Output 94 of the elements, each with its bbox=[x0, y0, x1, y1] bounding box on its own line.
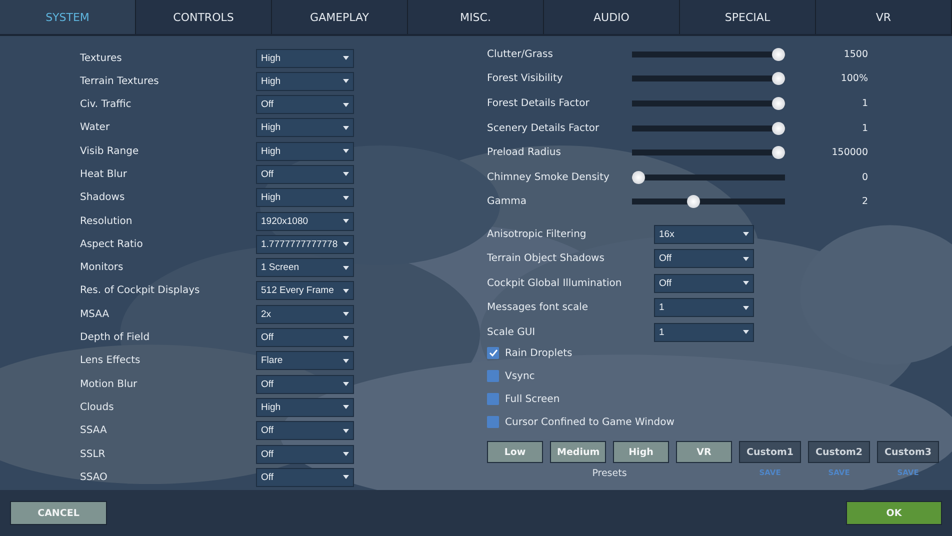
dropdown[interactable]: 1 bbox=[654, 298, 754, 318]
caret-icon bbox=[743, 306, 749, 310]
dropdown[interactable]: Off bbox=[256, 95, 354, 114]
custom-preset-button[interactable]: Custom3 bbox=[877, 441, 939, 464]
setting-label: Water bbox=[80, 122, 111, 134]
setting-label: Heat Blur bbox=[80, 168, 128, 180]
caret-icon bbox=[743, 256, 749, 261]
setting-label: Scale GUI bbox=[487, 326, 536, 338]
slider-value: 2 bbox=[860, 196, 868, 208]
setting-label: Depth of Field bbox=[80, 332, 151, 344]
dropdown[interactable]: Off bbox=[256, 164, 354, 184]
dropdown[interactable]: 1 Screen bbox=[256, 258, 354, 278]
caret-icon bbox=[343, 475, 349, 480]
setting-label: MSAA bbox=[80, 308, 110, 320]
dropdown[interactable]: Off bbox=[256, 468, 354, 487]
setting-label: Visib Range bbox=[80, 146, 140, 157]
caret-icon bbox=[343, 79, 349, 84]
slider-value: 100% bbox=[840, 73, 868, 84]
custom-preset-button[interactable]: Custom1 bbox=[739, 441, 801, 464]
caret-icon bbox=[343, 172, 349, 176]
setting-label: Terrain Object Shadows bbox=[487, 253, 606, 264]
presets-caption: Presets bbox=[592, 468, 627, 480]
slider-label: Clutter/Grass bbox=[487, 48, 554, 60]
tab[interactable]: SYSTEM bbox=[0, 0, 136, 34]
dropdown[interactable]: Flare bbox=[256, 351, 354, 370]
dropdown[interactable]: High bbox=[256, 118, 354, 138]
dropdown[interactable]: 1 bbox=[654, 322, 754, 342]
setting-label: SSAO bbox=[80, 472, 108, 483]
setting-label: Lens Effects bbox=[80, 355, 142, 366]
dropdown[interactable]: Off bbox=[256, 444, 354, 464]
dropdown[interactable]: Off bbox=[654, 274, 754, 293]
setting-label: SSLR bbox=[80, 448, 106, 460]
dropdown[interactable]: High bbox=[256, 72, 354, 91]
dropdown[interactable]: High bbox=[256, 398, 354, 417]
slider-label: Scenery Details Factor bbox=[487, 122, 600, 134]
setting-label: Resolution bbox=[80, 216, 134, 227]
checkbox[interactable] bbox=[487, 393, 499, 406]
setting-label: Motion Blur bbox=[80, 378, 138, 390]
custom-preset-button[interactable]: Custom2 bbox=[808, 441, 870, 464]
setting-label: Anisotropic Filtering bbox=[487, 228, 588, 240]
slider-value: 150000 bbox=[830, 147, 868, 158]
dropdown[interactable]: 16x bbox=[654, 224, 754, 244]
setting-label: Clouds bbox=[80, 402, 115, 413]
setting-label: Textures bbox=[80, 52, 123, 64]
dropdown[interactable]: Off bbox=[654, 249, 754, 268]
dropdown[interactable]: 1920x1080 bbox=[256, 212, 354, 231]
dropdown[interactable]: Off bbox=[256, 374, 354, 394]
slider-label: Chimney Smoke Density bbox=[487, 172, 610, 183]
checkbox-label: Vsync bbox=[505, 370, 535, 382]
caret-icon bbox=[343, 102, 349, 107]
caret-icon bbox=[743, 330, 749, 334]
dropdown[interactable]: Off bbox=[256, 421, 354, 440]
caret-icon bbox=[343, 336, 349, 340]
checkbox-label: Full Screen bbox=[505, 394, 560, 405]
caret-icon bbox=[343, 452, 349, 456]
checkbox[interactable] bbox=[487, 370, 499, 382]
checkbox[interactable] bbox=[487, 416, 499, 428]
slider-label: Forest Details Factor bbox=[487, 98, 590, 109]
setting-label: Shadows bbox=[80, 192, 126, 204]
slider-value: 1 bbox=[860, 122, 868, 134]
setting-label: Aspect Ratio bbox=[80, 238, 144, 250]
caret-icon bbox=[743, 281, 749, 286]
caret-icon bbox=[343, 428, 349, 433]
checkbox-label: Cursor Confined to Game Window bbox=[505, 416, 674, 428]
setting-label: Res. of Cockpit Displays bbox=[80, 285, 201, 296]
setting-label: Cockpit Global Illumination bbox=[487, 278, 623, 289]
checkbox-label: Rain Droplets bbox=[505, 348, 572, 359]
setting-label: Messages font scale bbox=[487, 302, 590, 314]
slider-label: Preload Radius bbox=[487, 147, 562, 158]
dropdown[interactable]: High bbox=[256, 188, 354, 208]
caret-icon bbox=[343, 56, 349, 60]
caret-icon bbox=[343, 126, 349, 130]
dropdown[interactable]: High bbox=[256, 48, 354, 68]
caret-icon bbox=[343, 196, 349, 200]
setting-label: SSAA bbox=[80, 425, 108, 436]
dropdown[interactable]: Off bbox=[256, 328, 354, 348]
caret-icon bbox=[343, 288, 349, 293]
slider-label: Gamma bbox=[487, 196, 528, 208]
setting-label: Terrain Textures bbox=[80, 76, 160, 87]
slider-label: Forest Visibility bbox=[487, 73, 564, 84]
dropdown[interactable]: 1.7777777777778 bbox=[256, 234, 354, 254]
slider-value: 1 bbox=[860, 98, 868, 109]
caret-icon bbox=[343, 358, 349, 363]
caret-icon bbox=[343, 312, 349, 316]
checkbox[interactable] bbox=[487, 347, 499, 360]
caret-icon bbox=[343, 149, 349, 154]
dropdown[interactable]: 512 Every Frame bbox=[256, 281, 354, 300]
caret-icon bbox=[343, 382, 349, 386]
dropdown[interactable]: High bbox=[256, 142, 354, 161]
dropdown[interactable]: 2x bbox=[256, 304, 354, 324]
setting-label: Monitors bbox=[80, 262, 124, 274]
slider-value: 1500 bbox=[842, 48, 868, 60]
setting-label: Civ. Traffic bbox=[80, 99, 132, 110]
slider-value: 0 bbox=[860, 172, 868, 183]
